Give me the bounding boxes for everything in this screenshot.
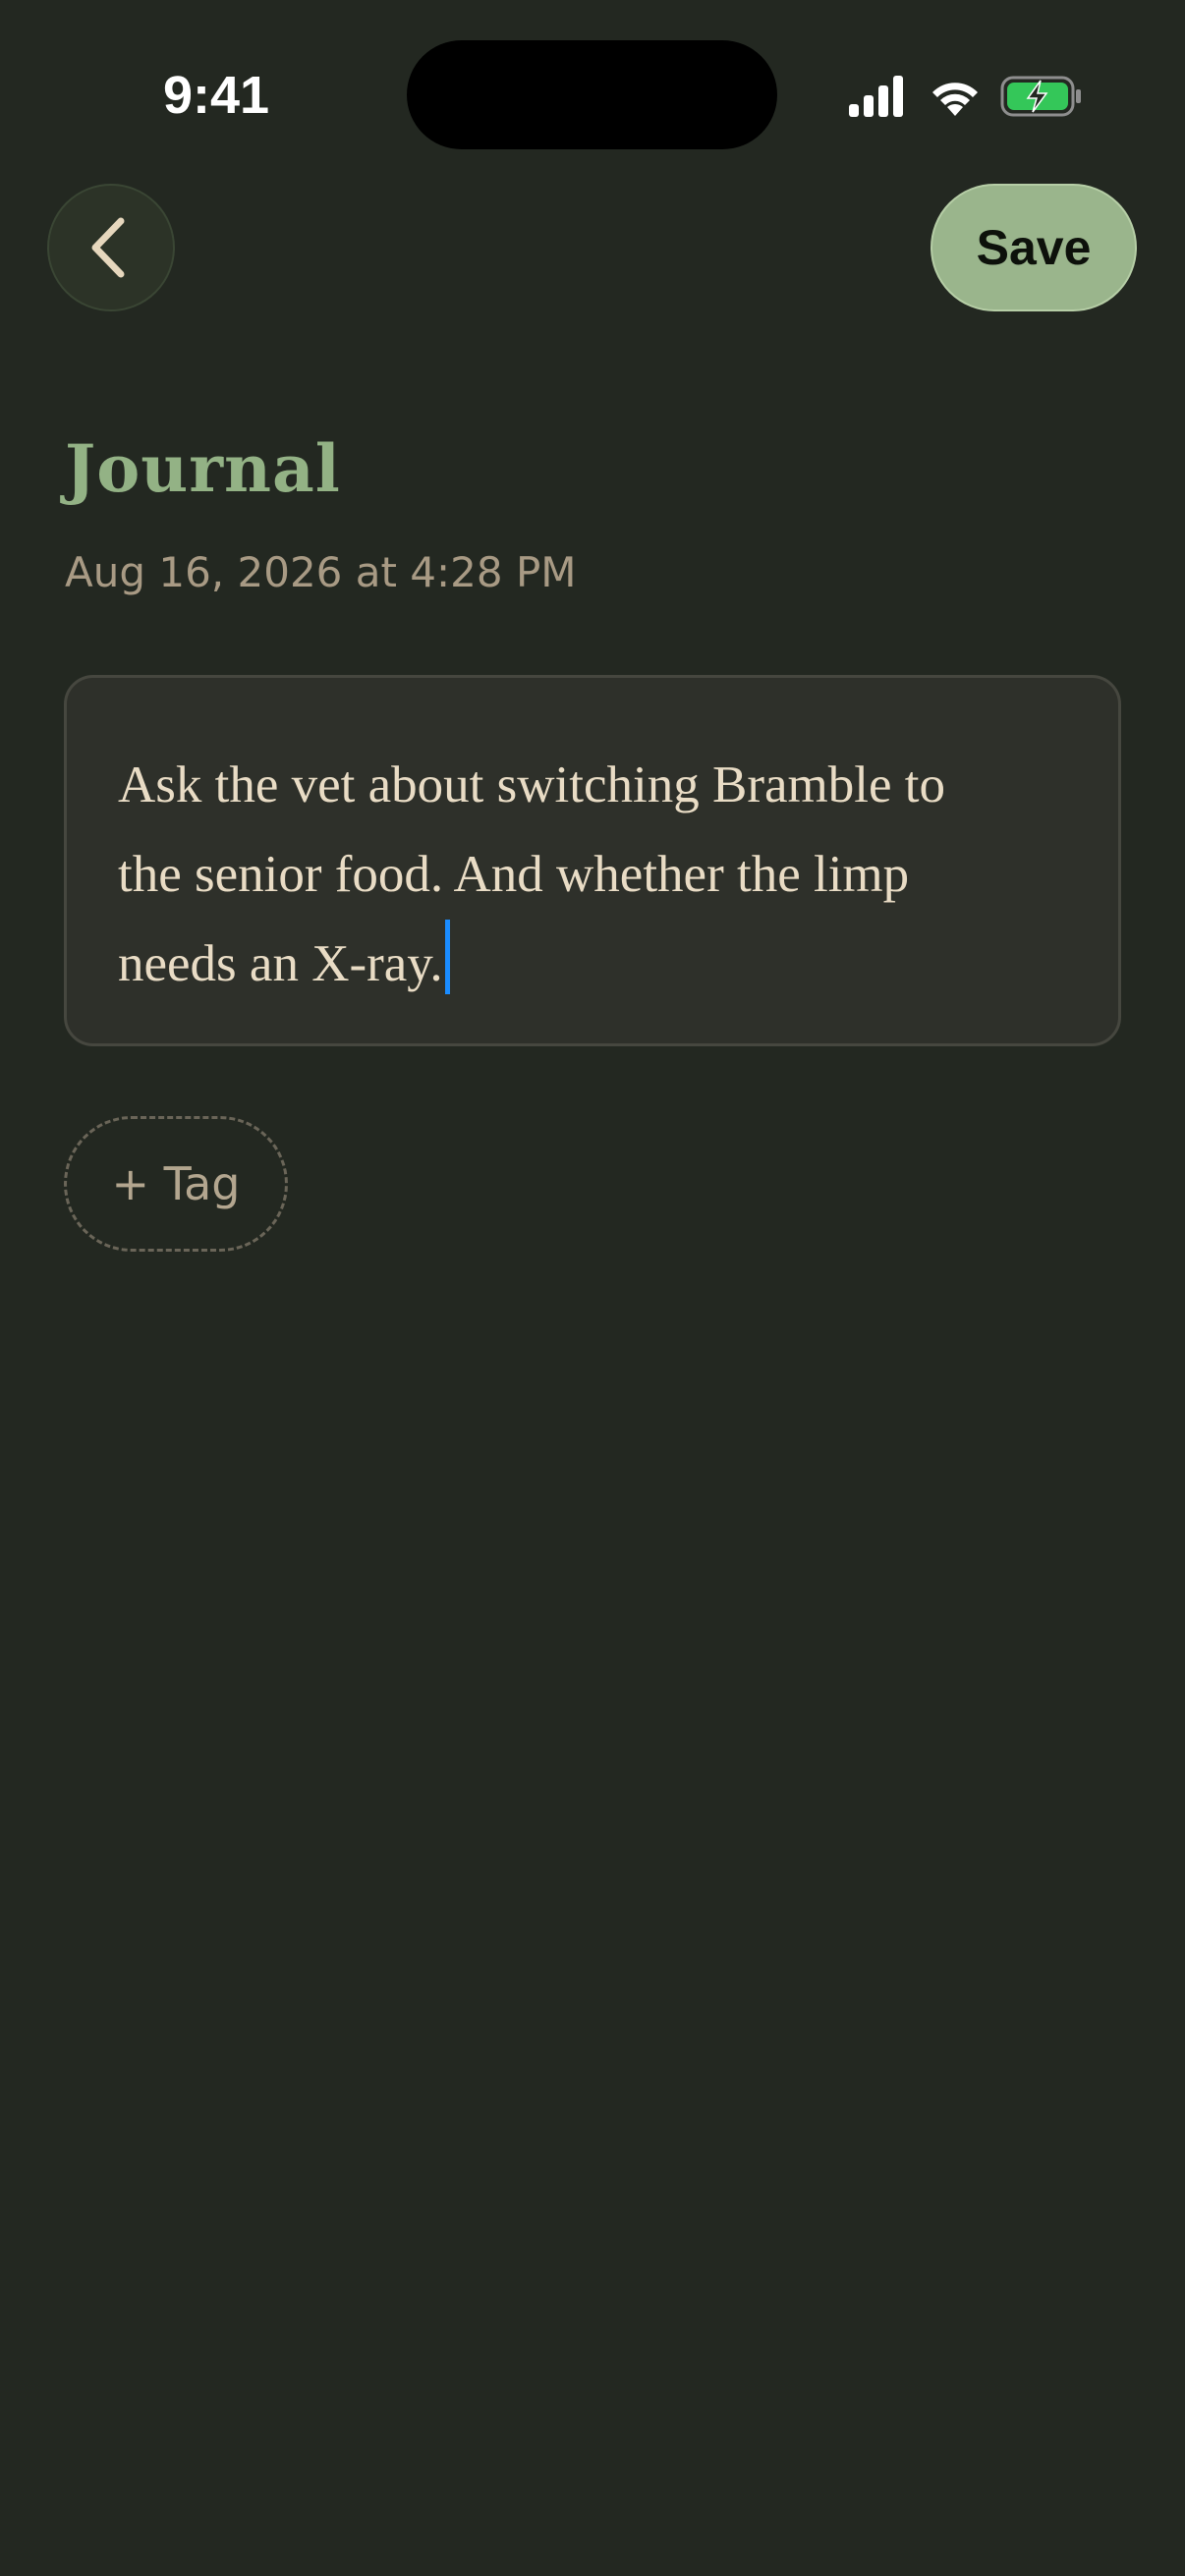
chevron-left-icon (91, 217, 125, 278)
save-button[interactable]: Save (931, 184, 1137, 311)
battery-charging-icon (1000, 76, 1081, 117)
status-time: 9:41 (162, 66, 270, 125)
wifi-icon (932, 83, 978, 116)
status-bar: 9:41 (0, 0, 1185, 187)
status-icons (847, 75, 1083, 118)
back-button[interactable] (47, 184, 175, 311)
dynamic-island (407, 40, 777, 149)
cellular-signal-icon (849, 76, 903, 117)
text-caret (444, 920, 450, 994)
add-tag-button[interactable]: + Tag (64, 1116, 288, 1252)
page-title: Journal (65, 430, 341, 507)
note-text-area[interactable]: Ask the vet about switching Bramble to t… (64, 675, 1121, 1046)
entry-date: Aug 16, 2026 at 4:28 PM (65, 548, 577, 596)
note-text: Ask the vet about switching Bramble to t… (118, 756, 945, 992)
